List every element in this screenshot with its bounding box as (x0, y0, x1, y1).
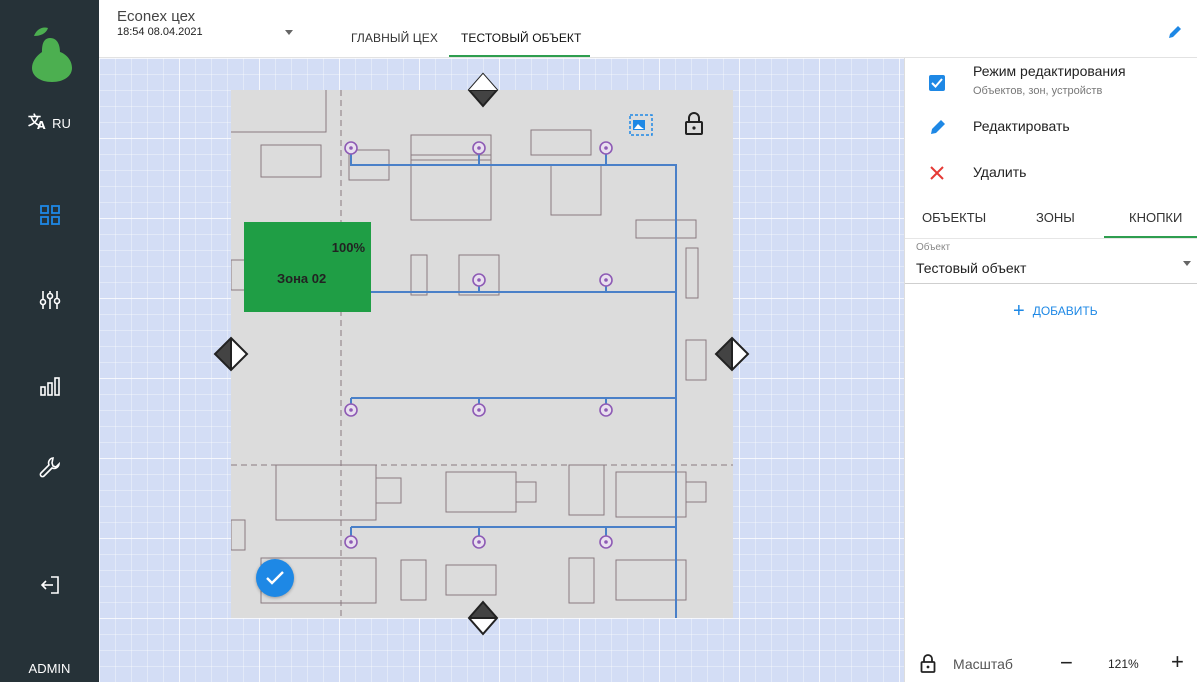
confirm-button[interactable] (256, 559, 294, 597)
zoom-label: Масштаб (953, 656, 1013, 672)
nav-logout[interactable] (0, 565, 99, 605)
pencil-icon (931, 120, 945, 134)
edit-mode-title: Режим редактирования (973, 63, 1126, 79)
chevron-down-icon[interactable] (285, 30, 293, 35)
site-selector[interactable]: Econex цех 18:54 08.04.2021 (117, 8, 307, 38)
edit-action[interactable]: Редактировать (929, 116, 1179, 138)
zoom-control: Масштаб − 121% + (905, 651, 1197, 682)
sliders-icon (39, 291, 60, 309)
pear-logo-icon (28, 24, 76, 84)
delete-action[interactable]: Удалить (929, 162, 1179, 184)
logout-icon (40, 576, 59, 594)
site-datetime: 18:54 08.04.2021 (117, 26, 203, 38)
dashboard-icon (39, 205, 60, 225)
object-select[interactable]: Тестовый объект (916, 260, 1026, 276)
tab-zones[interactable]: ЗОНЫ (1036, 210, 1075, 225)
add-button[interactable]: + ДОБАВИТЬ (1013, 300, 1098, 322)
image-icon[interactable] (629, 114, 653, 141)
lock-open-icon[interactable] (920, 654, 936, 679)
floor-plan-drawing (231, 90, 733, 618)
add-button-label: ДОБАВИТЬ (1032, 304, 1098, 318)
user-name: ADMIN (28, 661, 71, 676)
edit-mode-checkbox[interactable] (929, 75, 945, 91)
tab-test-object[interactable]: ТЕСТОВЫЙ ОБЪЕКТ (461, 31, 581, 45)
zone-02[interactable]: 100% Зона 02 (244, 222, 371, 312)
floor-plan[interactable] (231, 90, 733, 618)
zoom-in-button[interactable]: + (1171, 651, 1184, 673)
nav-controls[interactable] (0, 280, 99, 320)
zoom-out-button[interactable]: − (1060, 652, 1073, 674)
edit-pencil-icon[interactable] (1167, 24, 1183, 45)
bar-chart-icon (39, 377, 60, 396)
svg-text:A: A (37, 119, 46, 130)
plus-icon: + (1013, 300, 1025, 322)
site-name: Econex цех (117, 8, 196, 25)
tab-active-indicator (1104, 236, 1197, 238)
zone-name: Зона 02 (277, 271, 327, 286)
language-label: RU (52, 116, 71, 131)
sidebar: 文A RU ADMIN (0, 0, 99, 682)
check-icon (931, 78, 943, 88)
close-icon (930, 166, 944, 180)
right-panel: Режим редактирования Объектов, зон, устр… (904, 58, 1197, 682)
edit-mode-subtitle: Объектов, зон, устройств (973, 85, 1103, 97)
zoom-value: 121% (1108, 657, 1139, 671)
tabs-divider (905, 238, 1197, 239)
resize-handle-bottom[interactable] (467, 600, 499, 641)
chevron-down-icon[interactable] (1183, 261, 1191, 266)
nav-reports[interactable] (0, 366, 99, 406)
resize-handle-left[interactable] (213, 336, 249, 377)
edit-action-label: Редактировать (973, 118, 1070, 134)
wrench-icon (39, 457, 60, 478)
nav-settings[interactable] (0, 447, 99, 487)
delete-action-label: Удалить (973, 164, 1027, 180)
tab-buttons[interactable]: КНОПКИ (1129, 210, 1182, 225)
object-select-label: Объект (916, 242, 951, 253)
tab-active-indicator (449, 55, 590, 57)
resize-handle-right[interactable] (714, 336, 750, 377)
nav-dashboard[interactable] (0, 195, 99, 235)
check-icon (266, 571, 284, 585)
tab-objects[interactable]: ОБЪЕКТЫ (922, 210, 986, 225)
language-switcher[interactable]: 文A RU (0, 112, 99, 135)
top-header: Econex цех 18:54 08.04.2021 ГЛАВНЫЙ ЦЕХ … (99, 0, 1197, 58)
translate-icon: 文A (28, 112, 48, 135)
tab-main-workshop[interactable]: ГЛАВНЫЙ ЦЕХ (351, 31, 438, 45)
object-select-underline (905, 283, 1197, 284)
zone-percent: 100% (331, 240, 365, 255)
resize-handle-top[interactable] (467, 72, 499, 113)
lock-open-icon[interactable] (684, 112, 704, 141)
